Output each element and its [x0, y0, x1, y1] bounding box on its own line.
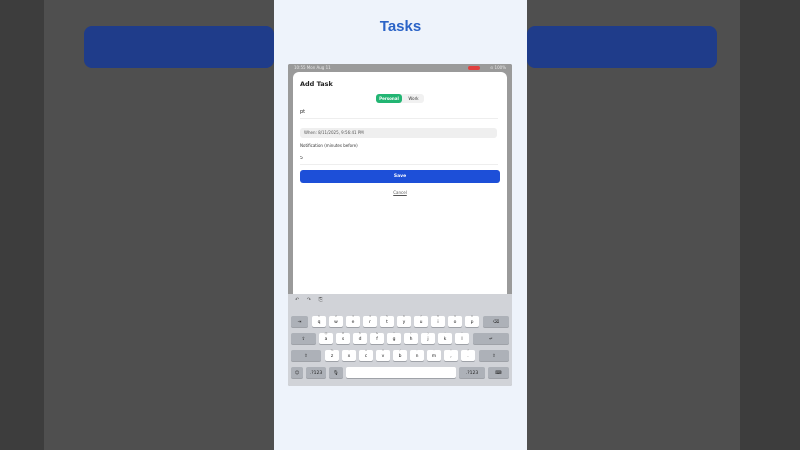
- status-right: ⊙ 100%: [489, 65, 506, 70]
- keyboard-toolbar: ↶ ↷ ⎘: [295, 297, 329, 305]
- key-c[interactable]: + c: [359, 348, 373, 361]
- microphone-icon[interactable]: 🎙: [329, 367, 343, 378]
- key-e[interactable]: 3e: [346, 314, 360, 327]
- hide-keyboard-icon[interactable]: ⌨: [488, 367, 509, 378]
- caps-lock-key[interactable]: ⇪: [291, 333, 316, 344]
- key-w[interactable]: 2w: [329, 314, 343, 327]
- key-p[interactable]: 0p: [465, 314, 479, 327]
- key-q[interactable]: 1q: [312, 314, 326, 327]
- key-s[interactable]: # s: [336, 331, 350, 344]
- key-period[interactable]: ?.: [461, 348, 475, 361]
- key-u[interactable]: 7u: [414, 314, 428, 327]
- key-a[interactable]: @ a: [319, 331, 333, 344]
- recording-indicator-icon: [468, 66, 480, 70]
- tab-work[interactable]: Work: [403, 94, 424, 103]
- key-k[interactable]: ' k: [438, 331, 452, 344]
- redo-icon[interactable]: ↷: [307, 297, 311, 303]
- undo-icon[interactable]: ↶: [295, 297, 299, 303]
- background-header-left: [84, 26, 274, 68]
- key-t[interactable]: 5t: [380, 314, 394, 327]
- save-button[interactable]: Save: [300, 170, 500, 183]
- sheet-title: Add Task: [300, 80, 333, 88]
- key-h[interactable]: (h: [404, 331, 418, 344]
- key-v[interactable]: = v: [376, 348, 390, 361]
- numbers-key-right[interactable]: .?123: [459, 367, 485, 378]
- notification-minutes-input[interactable]: [300, 152, 498, 165]
- paste-icon[interactable]: ⎘: [319, 297, 323, 303]
- on-screen-keyboard: ↶ ↷ ⎘ ⇥ 1q 2w 3e 4r 5t 6y 7u 8i 9o 0p ⌫ …: [288, 294, 512, 386]
- key-b[interactable]: / b: [393, 348, 407, 361]
- numbers-key-left[interactable]: .?123: [306, 367, 326, 378]
- status-bar: 10:55 Mon Aug 11 ⊙ 100%: [288, 64, 512, 72]
- key-d[interactable]: $ d: [353, 331, 367, 344]
- key-f[interactable]: & f: [370, 331, 384, 344]
- key-j[interactable]: ) j: [421, 331, 435, 344]
- tablet-screen: 10:55 Mon Aug 11 ⊙ 100% Add Task Persona…: [288, 64, 512, 386]
- cancel-link[interactable]: Cancel: [293, 190, 507, 195]
- when-datetime-field[interactable]: When: 8/11/2025, 9:56:41 PM: [300, 128, 497, 138]
- shift-left-key[interactable]: ⇧: [291, 350, 321, 361]
- key-i[interactable]: 8i: [431, 314, 445, 327]
- key-n[interactable]: ; n: [410, 348, 424, 361]
- key-z[interactable]: % z: [325, 348, 339, 361]
- tab-key[interactable]: ⇥: [291, 316, 308, 327]
- key-y[interactable]: 6y: [397, 314, 411, 327]
- delete-key[interactable]: ⌫: [483, 316, 509, 327]
- key-r[interactable]: 4r: [363, 314, 377, 327]
- key-l[interactable]: " l: [455, 331, 469, 344]
- background-header-right: [527, 26, 717, 68]
- page-title: Tasks: [379, 18, 422, 35]
- shift-right-key[interactable]: ⇧: [479, 350, 509, 361]
- tab-personal[interactable]: Personal: [376, 94, 402, 103]
- task-title-input[interactable]: [300, 106, 498, 119]
- key-o[interactable]: 9o: [448, 314, 462, 327]
- category-segment: Personal Work: [376, 94, 424, 103]
- key-g[interactable]: * g: [387, 331, 401, 344]
- notification-label: Notification (minutes before): [300, 143, 358, 148]
- key-m[interactable]: :m: [427, 348, 441, 361]
- key-x[interactable]: -x: [342, 348, 356, 361]
- status-time: 10:55 Mon Aug 11: [294, 65, 331, 70]
- emoji-key[interactable]: ☺: [291, 367, 303, 378]
- return-key[interactable]: ↵: [473, 333, 509, 344]
- space-bar[interactable]: [346, 367, 456, 378]
- key-comma[interactable]: !,: [444, 348, 458, 361]
